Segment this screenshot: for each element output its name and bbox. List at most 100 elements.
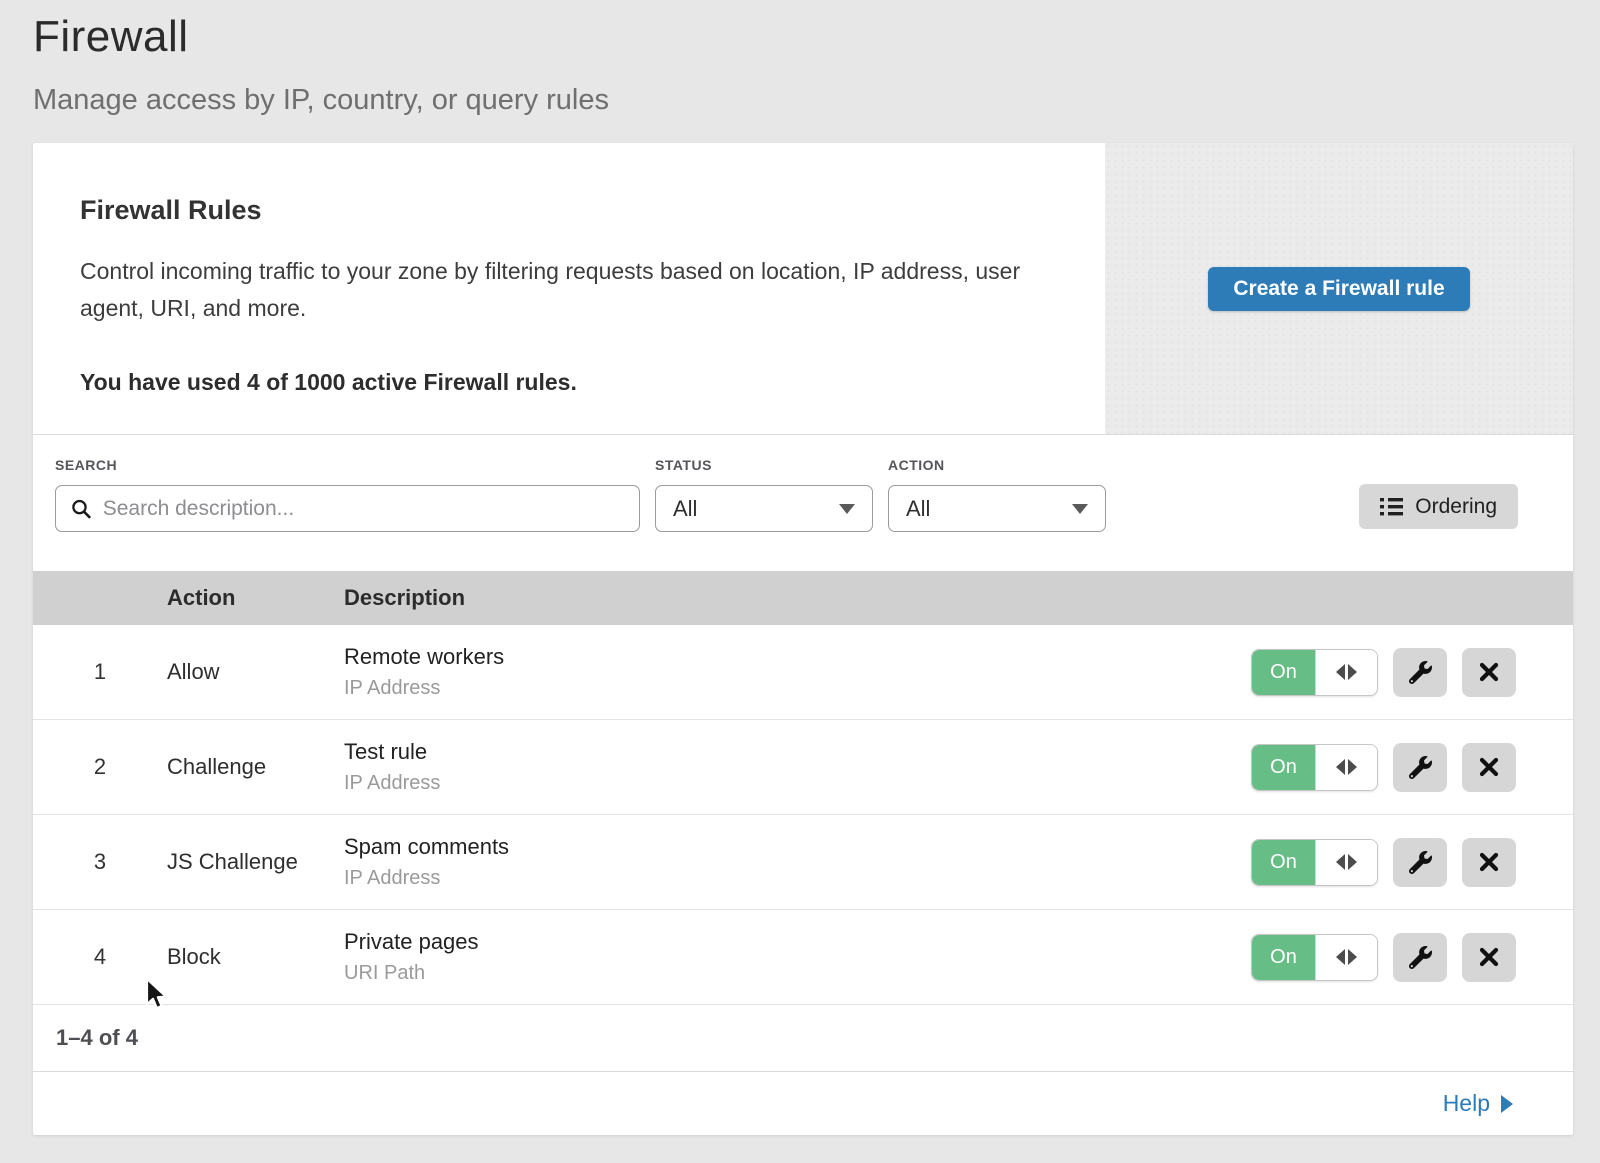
rules-table-body: 1 Allow Remote workers IP Address On: [33, 625, 1573, 1005]
toggle-handle[interactable]: [1315, 935, 1377, 980]
rule-controls: On: [1251, 933, 1573, 982]
arrow-right-icon: [1348, 949, 1357, 965]
arrow-right-icon: [1501, 1095, 1513, 1113]
arrow-right-icon: [1348, 759, 1357, 775]
page-header: Firewall Manage access by IP, country, o…: [0, 0, 1600, 117]
toggle-handle[interactable]: [1315, 745, 1377, 790]
table-row: 3 JS Challenge Spam comments IP Address …: [33, 815, 1573, 910]
toggle-on-label: On: [1252, 840, 1315, 885]
toggle-handle[interactable]: [1315, 650, 1377, 695]
rule-description: Test rule: [344, 739, 1251, 765]
close-icon: [1479, 757, 1499, 777]
rule-action: JS Challenge: [167, 849, 344, 875]
rule-controls: On: [1251, 838, 1573, 887]
ordering-button[interactable]: Ordering: [1359, 484, 1518, 529]
wrench-icon: [1409, 851, 1432, 874]
table-row: 4 Block Private pages URI Path On: [33, 910, 1573, 1005]
toggle-on-label: On: [1252, 935, 1315, 980]
page-subtitle: Manage access by IP, country, or query r…: [33, 84, 1600, 117]
delete-rule-button[interactable]: [1462, 838, 1516, 887]
rule-match-type: IP Address: [344, 677, 1251, 700]
table-header: Action Description: [33, 571, 1573, 625]
delete-rule-button[interactable]: [1462, 933, 1516, 982]
arrow-right-icon: [1348, 664, 1357, 680]
rule-description-cell: Spam comments IP Address: [344, 834, 1251, 890]
edit-rule-button[interactable]: [1393, 648, 1447, 697]
rule-description: Private pages: [344, 929, 1251, 955]
rules-usage-count: You have used 4 of 1000 active Firewall …: [80, 369, 1065, 396]
ordering-button-label: Ordering: [1415, 495, 1497, 519]
card-description: Control incoming traffic to your zone by…: [80, 253, 1045, 327]
rule-action: Allow: [167, 659, 344, 685]
rule-priority: 1: [33, 659, 167, 685]
rule-match-type: URI Path: [344, 962, 1251, 985]
page-title: Firewall: [33, 12, 1600, 62]
search-label: SEARCH: [55, 457, 640, 473]
rule-priority: 3: [33, 849, 167, 875]
rule-description-cell: Remote workers IP Address: [344, 644, 1251, 700]
search-icon: [71, 498, 92, 520]
card-header: Firewall Rules Control incoming traffic …: [33, 143, 1573, 435]
delete-rule-button[interactable]: [1462, 648, 1516, 697]
rule-action: Challenge: [167, 754, 344, 780]
chevron-down-icon: [839, 504, 855, 514]
wrench-icon: [1409, 661, 1432, 684]
edit-rule-button[interactable]: [1393, 933, 1447, 982]
ordered-list-icon: [1380, 497, 1403, 517]
chevron-down-icon: [1072, 504, 1088, 514]
action-column-header: Action: [167, 585, 344, 611]
rule-enabled-toggle[interactable]: On: [1251, 839, 1378, 886]
action-select[interactable]: All: [888, 485, 1106, 532]
card-header-text: Firewall Rules Control incoming traffic …: [33, 143, 1105, 434]
action-label: ACTION: [888, 457, 1106, 473]
rule-enabled-toggle[interactable]: On: [1251, 744, 1378, 791]
edit-rule-button[interactable]: [1393, 838, 1447, 887]
search-input[interactable]: [103, 497, 624, 521]
rule-match-type: IP Address: [344, 772, 1251, 795]
create-firewall-rule-button[interactable]: Create a Firewall rule: [1208, 267, 1469, 311]
arrow-right-icon: [1348, 854, 1357, 870]
table-row: 1 Allow Remote workers IP Address On: [33, 625, 1573, 720]
rule-controls: On: [1251, 648, 1573, 697]
search-box[interactable]: [55, 485, 640, 532]
status-selected-value: All: [673, 496, 697, 522]
arrow-left-icon: [1336, 664, 1345, 680]
rule-priority: 4: [33, 944, 167, 970]
card-footer: Help: [33, 1071, 1573, 1135]
card-header-action-panel: Create a Firewall rule: [1105, 143, 1573, 434]
rule-enabled-toggle[interactable]: On: [1251, 649, 1378, 696]
arrow-left-icon: [1336, 854, 1345, 870]
status-label: STATUS: [655, 457, 873, 473]
arrow-left-icon: [1336, 949, 1345, 965]
delete-rule-button[interactable]: [1462, 743, 1516, 792]
rule-controls: On: [1251, 743, 1573, 792]
rule-description-cell: Private pages URI Path: [344, 929, 1251, 985]
rule-description: Spam comments: [344, 834, 1251, 860]
description-column-header: Description: [344, 585, 1573, 611]
toggle-on-label: On: [1252, 650, 1315, 695]
status-select[interactable]: All: [655, 485, 873, 532]
toggle-on-label: On: [1252, 745, 1315, 790]
rule-action: Block: [167, 944, 344, 970]
arrow-left-icon: [1336, 759, 1345, 775]
rule-enabled-toggle[interactable]: On: [1251, 934, 1378, 981]
table-row: 2 Challenge Test rule IP Address On: [33, 720, 1573, 815]
rule-description-cell: Test rule IP Address: [344, 739, 1251, 795]
card-heading: Firewall Rules: [80, 195, 1065, 226]
wrench-icon: [1409, 946, 1432, 969]
help-link[interactable]: Help: [1443, 1090, 1513, 1117]
close-icon: [1479, 947, 1499, 967]
edit-rule-button[interactable]: [1393, 743, 1447, 792]
rule-priority: 2: [33, 754, 167, 780]
filter-bar: SEARCH STATUS All ACTION All: [33, 435, 1573, 571]
pagination: 1–4 of 4: [33, 1005, 1573, 1071]
rule-match-type: IP Address: [344, 867, 1251, 890]
close-icon: [1479, 662, 1499, 682]
rule-description: Remote workers: [344, 644, 1251, 670]
wrench-icon: [1409, 756, 1432, 779]
pagination-range: 1–4 of 4: [56, 1025, 138, 1051]
close-icon: [1479, 852, 1499, 872]
firewall-rules-card: Firewall Rules Control incoming traffic …: [33, 143, 1573, 1135]
toggle-handle[interactable]: [1315, 840, 1377, 885]
help-link-label: Help: [1443, 1090, 1490, 1117]
